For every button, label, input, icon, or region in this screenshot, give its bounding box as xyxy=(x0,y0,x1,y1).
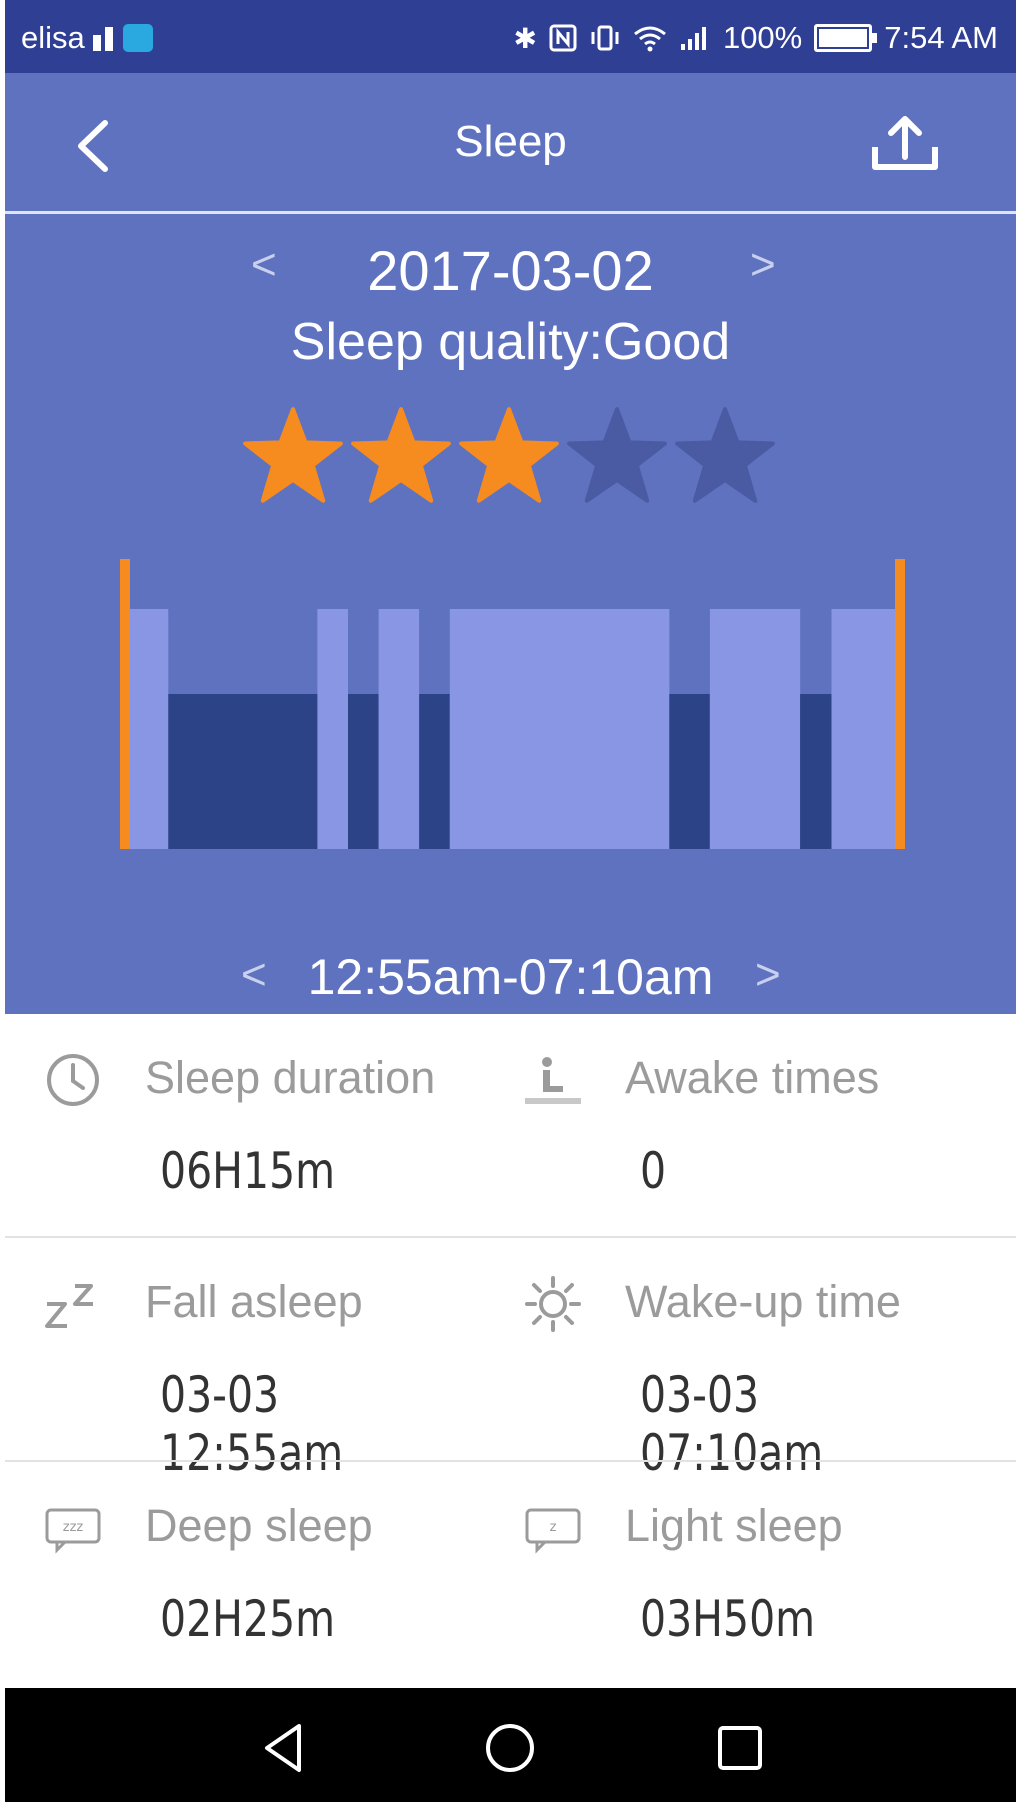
battery-icon xyxy=(814,24,878,52)
selected-date: 2017-03-02 xyxy=(367,239,654,302)
stats-row-2: Fall asleep 03-03 12:55am Wake-up time 0… xyxy=(5,1238,1016,1482)
stat-label: Light sleep xyxy=(625,1500,843,1551)
light-sleep-segment xyxy=(130,609,169,849)
light-sleep-bubble-icon: z xyxy=(525,1508,581,1554)
vibrate-icon xyxy=(591,25,619,51)
status-bar-right: ✱ 100% 7:54 AM xyxy=(513,20,998,56)
time-range: 12:55am-07:10am xyxy=(307,949,714,1005)
star-empty-icon xyxy=(675,407,775,503)
sleep-end-marker xyxy=(895,559,905,849)
date-selector: < 2017-03-02 > xyxy=(5,222,1016,312)
stat-value: 0 xyxy=(640,1142,667,1200)
svg-text:z: z xyxy=(550,1520,557,1535)
zz-icon xyxy=(45,1284,93,1328)
deep-sleep-segment xyxy=(419,694,450,849)
app-notification-icon xyxy=(122,24,153,52)
star-filled-icon xyxy=(459,407,559,503)
deep-sleep-segment xyxy=(168,694,318,849)
stat-value: 03H50m xyxy=(640,1590,816,1648)
stat-deep-sleep: zzz Deep sleep 02H25m xyxy=(5,1462,510,1686)
nav-home-icon[interactable] xyxy=(480,1718,540,1778)
stat-light-sleep: z Light sleep 03H50m xyxy=(485,1462,990,1686)
sleep-summary-panel: < 2017-03-02 > Sleep quality:Good < 12:5… xyxy=(5,214,1016,1014)
light-sleep-segment xyxy=(709,609,801,849)
clock-icon xyxy=(47,1054,99,1106)
stat-label: Sleep duration xyxy=(145,1052,436,1103)
stats-row-1: Sleep duration 06H15m Awake times 0 xyxy=(5,1014,1016,1238)
app-bar: Sleep xyxy=(5,73,1016,213)
light-sleep-segment xyxy=(378,609,420,849)
stat-value: 02H25m xyxy=(160,1590,336,1648)
time-range-selector: < 12:55am-07:10am > xyxy=(5,944,1016,1014)
sleep-quality-text: Sleep quality:Good xyxy=(290,313,731,371)
nfc-icon xyxy=(549,24,577,52)
cell-signal-icon xyxy=(680,27,706,50)
stat-wake-up-time: Wake-up time 03-03 07:10am xyxy=(485,1238,990,1482)
light-sleep-segment xyxy=(449,609,670,849)
phone-screen: elisa ✱ 100% 7:54 AM Sleep < 2017-03-02 … xyxy=(5,0,1016,1802)
stat-awake-times: Awake times 0 xyxy=(485,1014,990,1238)
svg-text:zzz: zzz xyxy=(63,1520,84,1535)
quality-rating xyxy=(241,404,781,514)
stat-label: Wake-up time xyxy=(625,1276,901,1327)
carrier-signal-icon xyxy=(92,27,113,51)
sleep-stage-chart xyxy=(120,559,905,849)
carrier-name: elisa xyxy=(21,20,85,55)
sleep-start-marker xyxy=(120,559,130,849)
sleep-stats: Sleep duration 06H15m Awake times 0 Fall… xyxy=(5,1014,1016,1690)
stats-row-3: zzz Deep sleep 02H25m z Light sleep 03H5… xyxy=(5,1462,1016,1686)
light-sleep-segment xyxy=(831,609,895,849)
bluetooth-icon: ✱ xyxy=(513,22,537,54)
wifi-icon xyxy=(634,26,666,52)
deep-sleep-bubble-icon: zzz xyxy=(45,1508,101,1554)
stat-value: 06H15m xyxy=(160,1142,336,1200)
next-range-chevron-icon[interactable]: > xyxy=(755,950,781,1000)
stat-label: Deep sleep xyxy=(145,1500,373,1551)
star-filled-icon xyxy=(243,407,343,503)
next-date-chevron-icon[interactable]: > xyxy=(750,240,776,290)
nav-recents-icon[interactable] xyxy=(710,1718,770,1778)
deep-sleep-segment xyxy=(800,694,832,849)
status-bar: elisa ✱ 100% 7:54 AM xyxy=(5,0,1016,73)
sun-icon xyxy=(525,1276,581,1332)
clock-time: 7:54 AM xyxy=(884,20,998,55)
stat-label: Awake times xyxy=(625,1052,880,1103)
stat-sleep-duration: Sleep duration 06H15m xyxy=(5,1014,510,1238)
stat-label: Fall asleep xyxy=(145,1276,363,1327)
awake-person-icon xyxy=(525,1057,581,1104)
system-navigation-bar xyxy=(5,1688,1016,1802)
battery-percent: 100% xyxy=(722,20,803,55)
status-bar-left: elisa xyxy=(21,20,153,56)
nav-back-icon[interactable] xyxy=(255,1718,315,1778)
deep-sleep-segment xyxy=(669,694,710,849)
star-empty-icon xyxy=(567,407,667,503)
stat-fall-asleep: Fall asleep 03-03 12:55am xyxy=(5,1238,510,1482)
deep-sleep-segment xyxy=(348,694,379,849)
star-filled-icon xyxy=(351,407,451,503)
upload-share-icon[interactable] xyxy=(865,109,945,179)
light-sleep-segment xyxy=(317,609,348,849)
